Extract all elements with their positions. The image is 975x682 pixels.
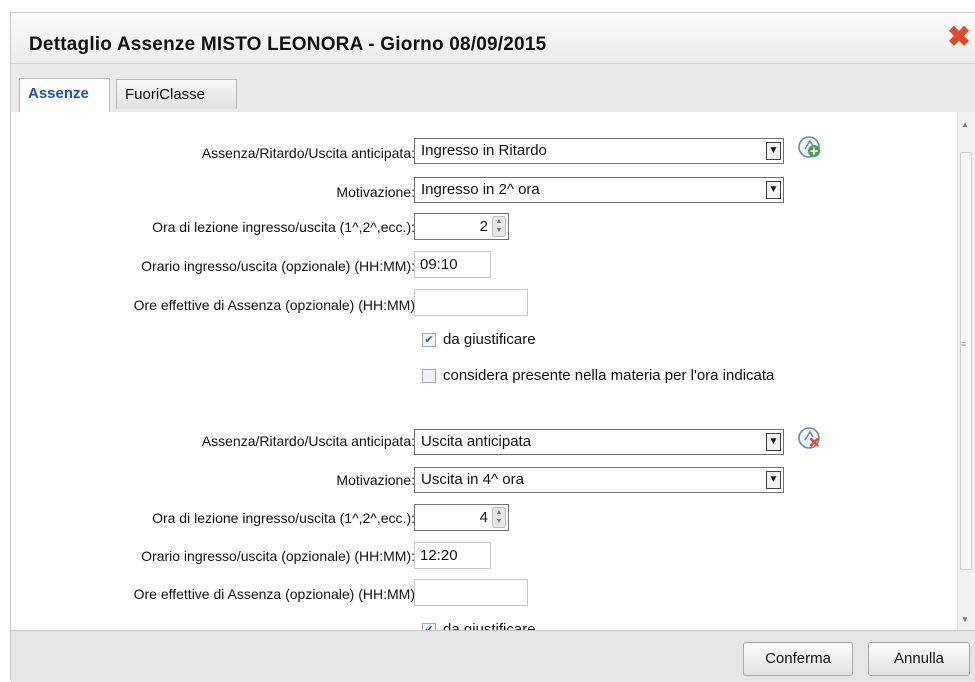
- time-label: Orario ingresso/uscita (opzionale) (HH:M…: [141, 258, 415, 274]
- reason-select[interactable]: Ingresso in 2^ ora ▼: [414, 177, 784, 203]
- time-label: Orario ingresso/uscita (opzionale) (HH:M…: [141, 548, 415, 564]
- remove-entry-icon[interactable]: [797, 425, 823, 451]
- effective-hours-input[interactable]: [414, 579, 528, 606]
- dialog-footer: Conferma Annulla: [11, 630, 975, 682]
- effective-hours-label: Ore effettive di Assenza (opzionale) (HH…: [133, 586, 415, 602]
- lesson-hour-label: Ora di lezione ingresso/uscita (1^,2^,ec…: [152, 510, 415, 526]
- lesson-hour-value: 4: [479, 509, 488, 526]
- effective-hours-input[interactable]: [414, 289, 528, 316]
- justify-label: da giustificare: [443, 621, 536, 630]
- vertical-scrollbar[interactable]: ▲ ≡ ▼: [957, 112, 975, 630]
- cancel-button[interactable]: Annulla: [868, 642, 970, 676]
- absence-detail-dialog: Dettaglio Assenze MISTO LEONORA - Giorno…: [10, 12, 975, 682]
- present-checkbox[interactable]: [422, 369, 436, 383]
- close-icon[interactable]: ✖: [946, 23, 972, 51]
- absence-type-value: Ingresso in Ritardo: [421, 142, 547, 159]
- chevron-down-icon[interactable]: ▼: [766, 471, 781, 489]
- justify-checkbox[interactable]: ✔: [422, 333, 436, 347]
- confirm-button[interactable]: Conferma: [743, 642, 853, 676]
- absence-type-label: Assenza/Ritardo/Uscita anticipata:: [201, 145, 415, 161]
- scroll-grip-icon: ≡: [961, 339, 967, 349]
- lesson-hour-stepper[interactable]: 2 ▲ ▼: [414, 213, 509, 240]
- reason-value: Ingresso in 2^ ora: [421, 181, 540, 198]
- dialog-titlebar: Dettaglio Assenze MISTO LEONORA - Giorno…: [11, 13, 975, 64]
- chevron-down-icon[interactable]: ▼: [766, 433, 781, 451]
- justify-checkbox[interactable]: ✔: [422, 623, 436, 630]
- present-label: considera presente nella materia per l'o…: [443, 367, 775, 384]
- spinner-arrows-icon[interactable]: ▲ ▼: [492, 216, 506, 237]
- reason-select[interactable]: Uscita in 4^ ora ▼: [414, 467, 784, 493]
- time-input[interactable]: 12:20: [414, 542, 491, 569]
- lesson-hour-stepper[interactable]: 4 ▲ ▼: [414, 504, 509, 531]
- justify-label: da giustificare: [443, 331, 536, 348]
- reason-label: Motivazione:: [336, 184, 415, 200]
- chevron-down-icon[interactable]: ▼: [766, 181, 781, 199]
- reason-label: Motivazione:: [336, 472, 415, 488]
- lesson-hour-label: Ora di lezione ingresso/uscita (1^,2^,ec…: [152, 219, 415, 235]
- effective-hours-label: Ore effettive di Assenza (opzionale) (HH…: [133, 297, 415, 313]
- absence-type-value: Uscita anticipata: [421, 433, 532, 450]
- absence-type-label: Assenza/Ritardo/Uscita anticipata:: [201, 433, 415, 449]
- form-content: Assenza/Ritardo/Uscita anticipata: Ingre…: [11, 112, 975, 630]
- scroll-up-icon[interactable]: ▲: [961, 120, 969, 129]
- add-entry-icon[interactable]: [797, 134, 823, 160]
- tab-bar: Assenze FuoriClasse: [11, 64, 975, 113]
- reason-value: Uscita in 4^ ora: [421, 471, 524, 488]
- dialog-title: Dettaglio Assenze MISTO LEONORA - Giorno…: [29, 34, 547, 55]
- tab-assenze[interactable]: Assenze: [19, 78, 110, 112]
- time-input[interactable]: 09:10: [414, 251, 491, 278]
- tab-fuoriclasse[interactable]: FuoriClasse: [116, 79, 237, 109]
- absence-type-select[interactable]: Ingresso in Ritardo ▼: [414, 138, 784, 164]
- absence-type-select[interactable]: Uscita anticipata ▼: [414, 429, 784, 455]
- lesson-hour-value: 2: [479, 218, 488, 235]
- scroll-down-icon[interactable]: ▼: [961, 615, 969, 624]
- spinner-arrows-icon[interactable]: ▲ ▼: [492, 507, 506, 528]
- scrollbar-thumb[interactable]: [960, 152, 972, 570]
- chevron-down-icon[interactable]: ▼: [766, 142, 781, 160]
